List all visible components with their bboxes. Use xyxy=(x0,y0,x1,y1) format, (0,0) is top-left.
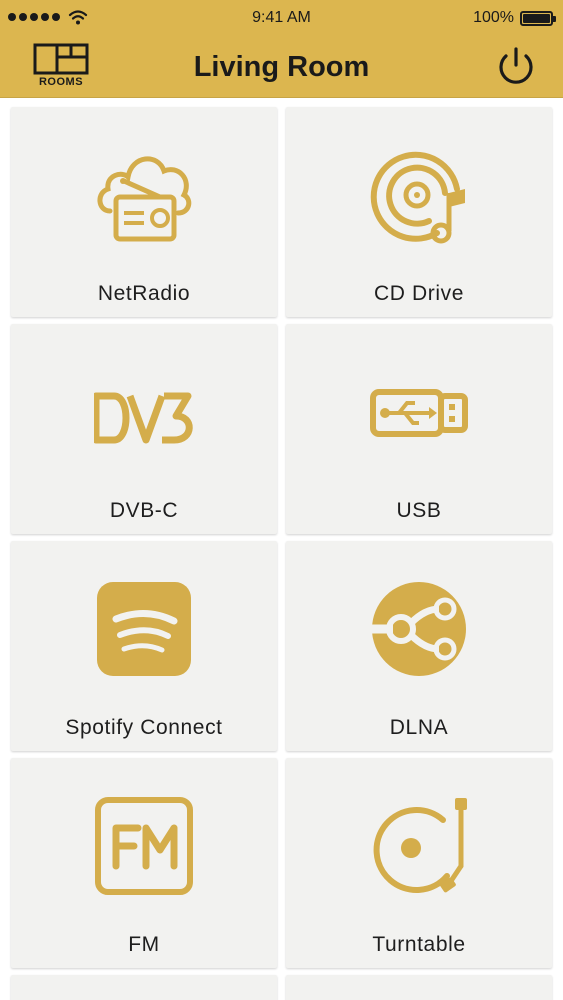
header: ROOMS Living Room xyxy=(0,36,563,98)
source-tile-turntable[interactable]: Turntable xyxy=(286,758,552,968)
power-button[interactable] xyxy=(494,45,538,89)
battery-icon xyxy=(520,10,556,26)
status-bar: 9:41 AM 100% xyxy=(0,0,563,36)
source-label: Turntable xyxy=(372,933,466,956)
source-label: Spotify Connect xyxy=(65,716,223,739)
source-tile-dvb-c[interactable]: DVB-C xyxy=(11,324,277,534)
cd-music-icon xyxy=(370,151,465,244)
source-tile-usb[interactable]: USB xyxy=(286,324,552,534)
page-title: Living Room xyxy=(193,51,370,83)
source-tile-fm[interactable]: FM xyxy=(11,758,277,968)
power-icon xyxy=(499,47,533,84)
source-tile-partial[interactable] xyxy=(11,975,277,1000)
source-tile-cd-drive[interactable]: CD Drive xyxy=(286,107,552,317)
spotify-icon xyxy=(97,582,191,676)
turntable-icon xyxy=(373,798,467,893)
source-label: DVB-C xyxy=(109,499,179,522)
battery-percent: 100% xyxy=(473,9,514,26)
source-label: NetRadio xyxy=(97,282,191,305)
source-label: USB xyxy=(396,499,442,522)
source-tile-netradio[interactable]: NetRadio xyxy=(11,107,277,317)
source-label: FM xyxy=(128,933,160,956)
fm-icon xyxy=(95,797,193,895)
source-label: CD Drive xyxy=(374,282,464,305)
usb-icon xyxy=(370,389,468,437)
source-tile-spotify-connect[interactable]: Spotify Connect xyxy=(11,541,277,751)
dlna-icon xyxy=(372,582,466,676)
source-tile-dlna[interactable]: DLNA xyxy=(286,541,552,751)
dvb-icon xyxy=(94,392,193,444)
source-tile-partial[interactable] xyxy=(286,975,552,1000)
source-label: DLNA xyxy=(389,716,449,739)
status-right: 100% xyxy=(473,9,556,27)
cloud-radio-icon xyxy=(97,156,192,242)
